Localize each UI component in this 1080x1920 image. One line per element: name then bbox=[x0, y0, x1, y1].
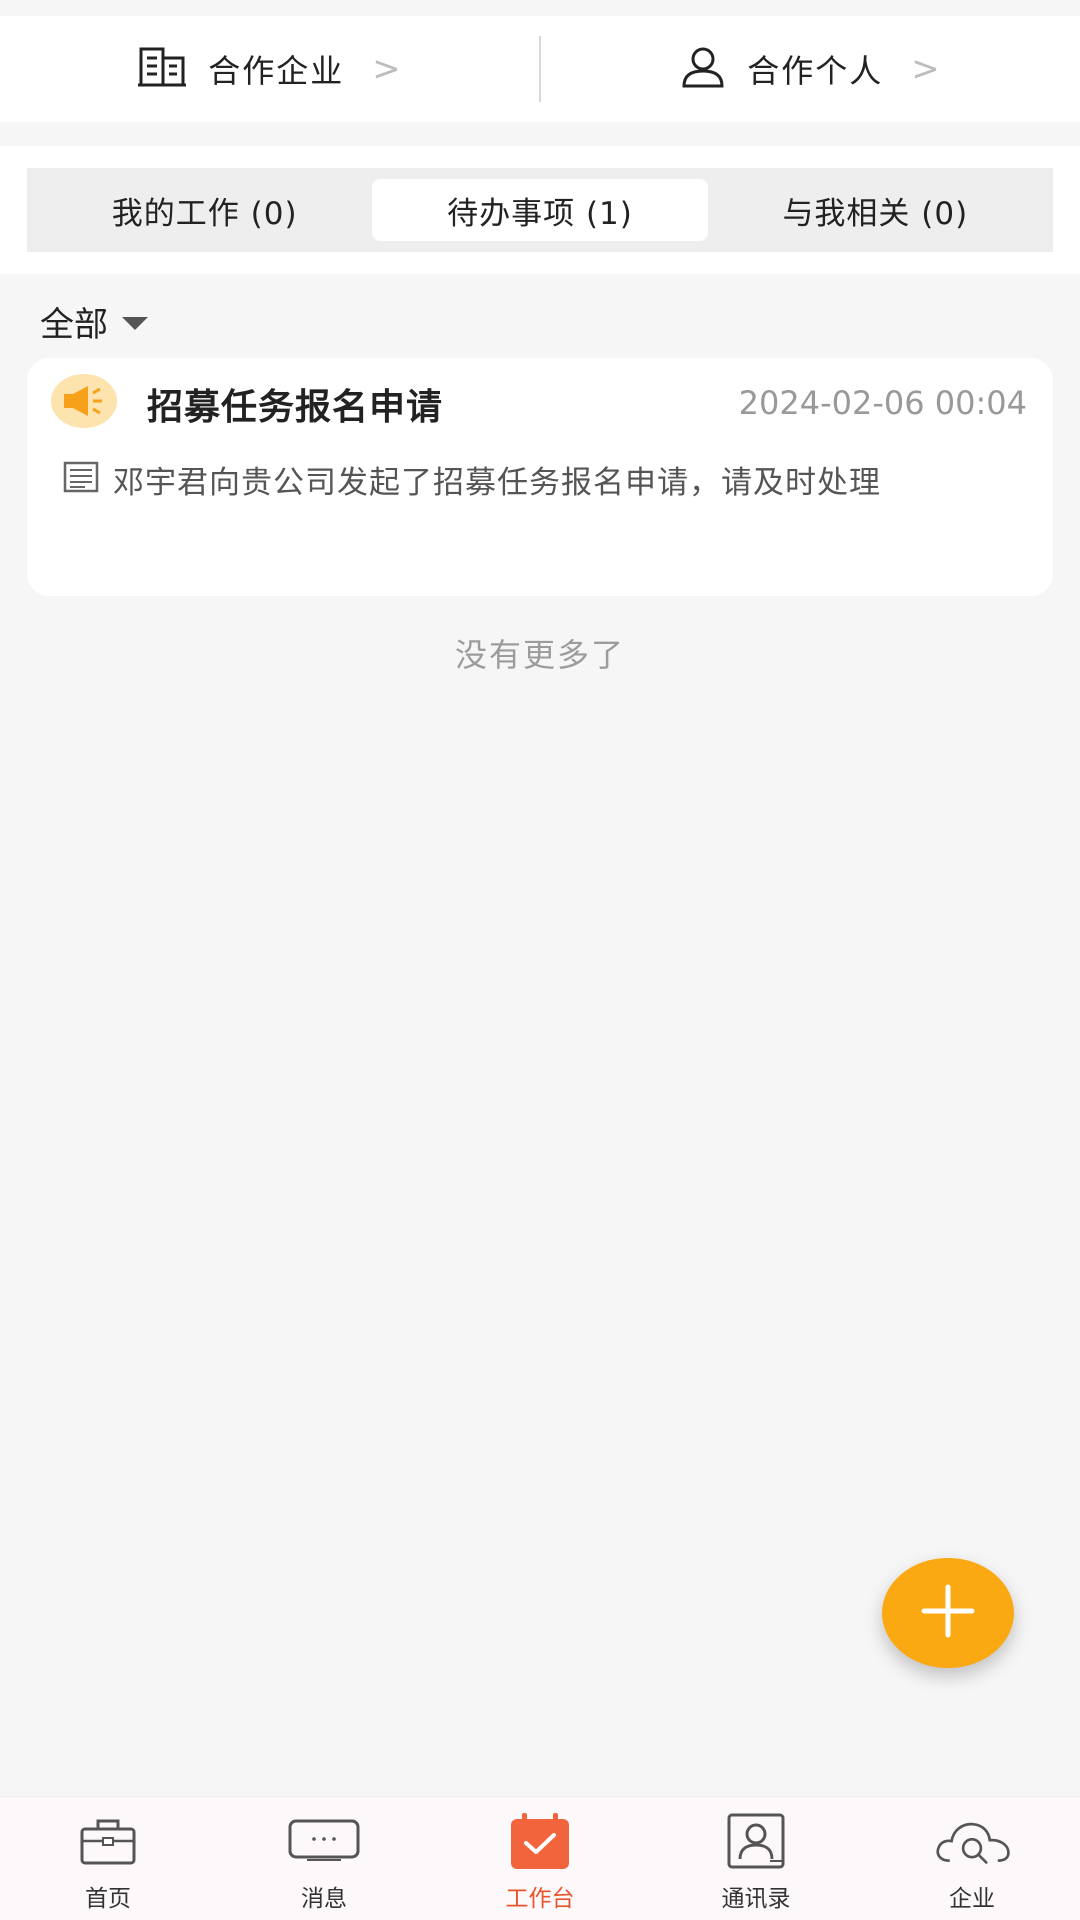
briefcase-icon bbox=[68, 1811, 148, 1873]
tabs-container: 我的工作 (0) 待办事项 (1) 与我相关 (0) bbox=[0, 146, 1080, 274]
message-icon bbox=[284, 1811, 364, 1873]
partner-bar: 合作企业 > 合作个人 > bbox=[0, 16, 1080, 122]
no-more-text: 没有更多了 bbox=[454, 636, 625, 674]
workbench-icon bbox=[500, 1811, 580, 1873]
nav-messages[interactable]: 消息 bbox=[216, 1797, 432, 1920]
cooperative-individual-label: 合作个人 bbox=[747, 52, 884, 90]
filter-label: 全部 bbox=[40, 304, 108, 345]
bottom-nav: 首页 消息 工作台 通讯录 企业 bbox=[0, 1796, 1080, 1920]
caret-down-icon bbox=[122, 316, 148, 330]
building-icon bbox=[138, 46, 187, 92]
document-icon bbox=[63, 461, 99, 497]
workbench-page: 合作企业 > 合作个人 > 我的工作 (0) 待办事项 (1) 与我相关 (0)… bbox=[0, 0, 1080, 1920]
nav-contacts-label: 通讯录 bbox=[721, 1886, 791, 1912]
chevron-right-icon: > bbox=[372, 49, 401, 89]
cloud-search-icon bbox=[932, 1811, 1012, 1873]
tab-my-work[interactable]: 我的工作 (0) bbox=[37, 179, 372, 241]
task-title: 招募任务报名申请 bbox=[147, 387, 444, 428]
filter-dropdown[interactable]: 全部 bbox=[40, 296, 148, 346]
task-card[interactable]: 招募任务报名申请 2024-02-06 00:04 邓宇君向贵公司发起了招募任务… bbox=[27, 358, 1053, 596]
nav-home-label: 首页 bbox=[85, 1886, 131, 1912]
tab-related-to-me[interactable]: 与我相关 (0) bbox=[708, 179, 1043, 241]
add-button[interactable] bbox=[882, 1558, 1014, 1668]
nav-contacts[interactable]: 通讯录 bbox=[648, 1797, 864, 1920]
nav-enterprise-label: 企业 bbox=[949, 1886, 995, 1912]
cooperative-enterprise-link[interactable]: 合作企业 > bbox=[0, 16, 539, 122]
task-time: 2024-02-06 00:04 bbox=[738, 384, 1027, 422]
nav-home[interactable]: 首页 bbox=[0, 1797, 216, 1920]
cooperative-enterprise-label: 合作企业 bbox=[208, 52, 345, 90]
nav-workbench[interactable]: 工作台 bbox=[432, 1797, 648, 1920]
nav-messages-label: 消息 bbox=[301, 1886, 347, 1912]
nav-enterprise[interactable]: 企业 bbox=[864, 1797, 1080, 1920]
plus-icon bbox=[918, 1581, 978, 1645]
segmented-tabs: 我的工作 (0) 待办事项 (1) 与我相关 (0) bbox=[27, 168, 1053, 252]
megaphone-icon bbox=[51, 374, 117, 428]
chevron-right-icon: > bbox=[911, 49, 940, 89]
person-icon bbox=[681, 46, 725, 92]
task-description-row: 邓宇君向贵公司发起了招募任务报名申请，请及时处理 bbox=[63, 454, 1029, 504]
tab-todo[interactable]: 待办事项 (1) bbox=[372, 179, 708, 241]
nav-workbench-label: 工作台 bbox=[505, 1886, 575, 1912]
task-description: 邓宇君向贵公司发起了招募任务报名申请，请及时处理 bbox=[113, 464, 881, 501]
contacts-icon bbox=[716, 1811, 796, 1873]
cooperative-individual-link[interactable]: 合作个人 > bbox=[541, 16, 1080, 122]
